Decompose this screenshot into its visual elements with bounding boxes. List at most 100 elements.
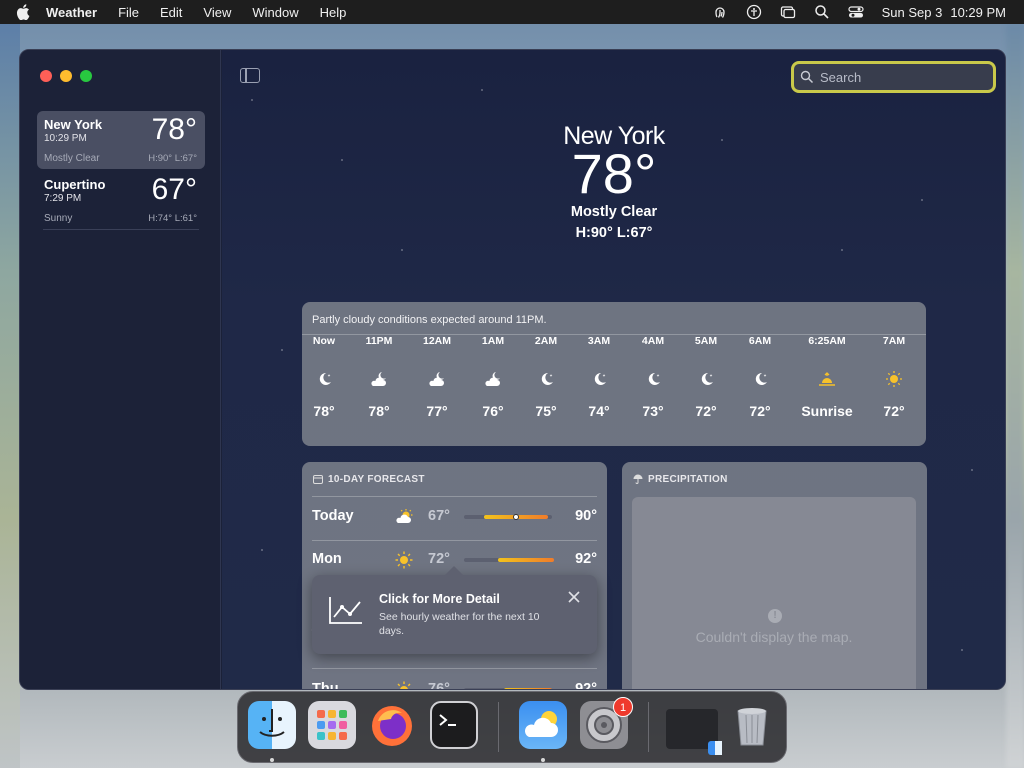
moon-icon bbox=[676, 361, 736, 397]
launchpad-icon bbox=[317, 710, 347, 740]
close-window-button[interactable] bbox=[40, 70, 52, 82]
location-condition: Sunny bbox=[44, 213, 73, 224]
tip-popover[interactable]: Click for More Detail See hourly weather… bbox=[312, 566, 597, 654]
menu-window[interactable]: Window bbox=[252, 5, 298, 20]
hour-column: 4AM 73° bbox=[623, 335, 683, 419]
clock-time: 10:29 PM bbox=[950, 4, 1006, 20]
cloud-moon-icon bbox=[407, 361, 467, 397]
hour-temp: 72° bbox=[883, 403, 905, 419]
forecast-day: Thu bbox=[312, 681, 339, 690]
current-conditions: New York 78° Mostly Clear H:90° L:67° bbox=[504, 122, 724, 241]
window-controls bbox=[40, 70, 92, 82]
precipitation-title: PRECIPITATION bbox=[648, 474, 728, 485]
hour-temp: 78° bbox=[368, 403, 390, 419]
moon-icon bbox=[730, 361, 790, 397]
forecast-high: 90° bbox=[575, 508, 597, 524]
hour-column: 5AM 72° bbox=[676, 335, 736, 419]
forecast-high: 92° bbox=[575, 551, 597, 567]
hourly-summary: Partly cloudy conditions expected around… bbox=[302, 302, 926, 335]
menu-clock[interactable]: Sun Sep 3 10:29 PM bbox=[882, 5, 1006, 20]
dock-system-settings[interactable]: 1 bbox=[580, 697, 633, 749]
sidebar-toggle-icon[interactable] bbox=[240, 68, 260, 83]
dock-launchpad[interactable] bbox=[308, 701, 356, 749]
dock-terminal[interactable] bbox=[430, 701, 478, 749]
sun-icon bbox=[397, 681, 411, 689]
precipitation-map[interactable]: ! Couldn't display the map. bbox=[632, 497, 916, 689]
notification-badge: 1 bbox=[613, 697, 633, 717]
dock-firefox[interactable] bbox=[368, 701, 416, 749]
moon-icon bbox=[623, 361, 683, 397]
dock-trash[interactable] bbox=[728, 701, 776, 749]
temperature-range-fill bbox=[504, 688, 552, 689]
trash-icon bbox=[737, 708, 767, 746]
minimize-window-button[interactable] bbox=[60, 70, 72, 82]
hour-label: 2AM bbox=[534, 335, 558, 347]
fingerprint-icon[interactable] bbox=[712, 4, 728, 20]
forecast-high: 92° bbox=[575, 681, 597, 690]
main-content: New York 78° Mostly Clear H:90° L:67° Pa… bbox=[222, 50, 1005, 690]
hour-label: 3AM bbox=[587, 335, 611, 347]
hour-temp: 74° bbox=[588, 403, 610, 419]
search-input[interactable] bbox=[820, 69, 980, 85]
dock-window-preview[interactable] bbox=[666, 709, 722, 755]
menu-help[interactable]: Help bbox=[320, 5, 347, 20]
menu-bar: Weather File Edit View Window Help Sun S… bbox=[0, 0, 1024, 24]
hour-label: 11PM bbox=[365, 335, 393, 347]
hourly-forecast-card[interactable]: Partly cloudy conditions expected around… bbox=[302, 302, 926, 446]
terminal-icon bbox=[439, 714, 456, 726]
hour-temp: 76° bbox=[482, 403, 504, 419]
menu-edit[interactable]: Edit bbox=[160, 5, 182, 20]
finder-icon bbox=[259, 709, 285, 737]
apple-logo-icon[interactable] bbox=[16, 4, 30, 20]
sunrise-icon bbox=[797, 361, 857, 397]
row-divider bbox=[312, 540, 597, 541]
hour-column: 7AM 72° bbox=[864, 335, 924, 419]
close-icon[interactable] bbox=[567, 590, 581, 604]
menu-app-name[interactable]: Weather bbox=[46, 5, 97, 20]
forecast-row-today[interactable]: Today 67° 90° bbox=[312, 503, 597, 533]
popover-description: See hourly weather for the next 10 days. bbox=[379, 611, 540, 637]
hour-label: 4AM bbox=[641, 335, 665, 347]
firefox-icon bbox=[372, 706, 412, 746]
info-icon: ! bbox=[768, 609, 782, 623]
hour-temp: 72° bbox=[749, 403, 771, 419]
temperature-range-bar bbox=[464, 688, 552, 689]
location-item-cupertino[interactable]: Cupertino 7:29 PM 67° Sunny H:74° L:61° bbox=[37, 171, 205, 229]
accessibility-icon[interactable] bbox=[746, 4, 762, 20]
chart-line-icon bbox=[329, 597, 362, 624]
temperature-range-bar bbox=[464, 514, 552, 520]
spotlight-search-icon[interactable] bbox=[814, 4, 830, 20]
desktop-background-right bbox=[1006, 24, 1024, 768]
cloud-moon-icon bbox=[463, 361, 523, 397]
hour-column: 3AM 74° bbox=[569, 335, 629, 419]
hour-column: Now 78° bbox=[294, 335, 354, 419]
precipitation-card[interactable]: PRECIPITATION ! Couldn't display the map… bbox=[622, 462, 927, 689]
screen-mirroring-icon[interactable] bbox=[780, 4, 796, 20]
location-item-new-york[interactable]: New York 10:29 PM 78° Mostly Clear H:90°… bbox=[37, 111, 205, 169]
temperature-range-fill bbox=[498, 558, 554, 562]
moon-icon bbox=[294, 361, 354, 397]
menu-file[interactable]: File bbox=[118, 5, 139, 20]
row-divider bbox=[312, 496, 597, 497]
sun-icon bbox=[864, 361, 924, 397]
forecast-row-thu[interactable]: Thu 76° 92° bbox=[312, 676, 597, 690]
hour-temp: 78° bbox=[313, 403, 335, 419]
current-temp: 78° bbox=[571, 142, 657, 205]
hour-temp: 75° bbox=[535, 403, 557, 419]
dock-finder[interactable] bbox=[248, 701, 296, 749]
hour-label: Now bbox=[312, 335, 336, 347]
location-high-low: H:74° L:61° bbox=[148, 213, 197, 224]
forecast-day: Mon bbox=[312, 551, 342, 567]
running-indicator bbox=[541, 758, 545, 762]
menu-view[interactable]: View bbox=[203, 5, 231, 20]
hour-temp: 77° bbox=[426, 403, 448, 419]
dock-weather[interactable] bbox=[519, 701, 567, 749]
hour-column: 6AM 72° bbox=[730, 335, 790, 419]
desktop-background bbox=[0, 24, 20, 768]
hour-temp: 73° bbox=[642, 403, 664, 419]
hour-label: 6:25AM bbox=[808, 335, 846, 347]
hour-column: 6:25AM Sunrise bbox=[797, 335, 857, 419]
search-field[interactable] bbox=[791, 61, 996, 93]
zoom-window-button[interactable] bbox=[80, 70, 92, 82]
control-center-icon[interactable] bbox=[848, 4, 864, 20]
